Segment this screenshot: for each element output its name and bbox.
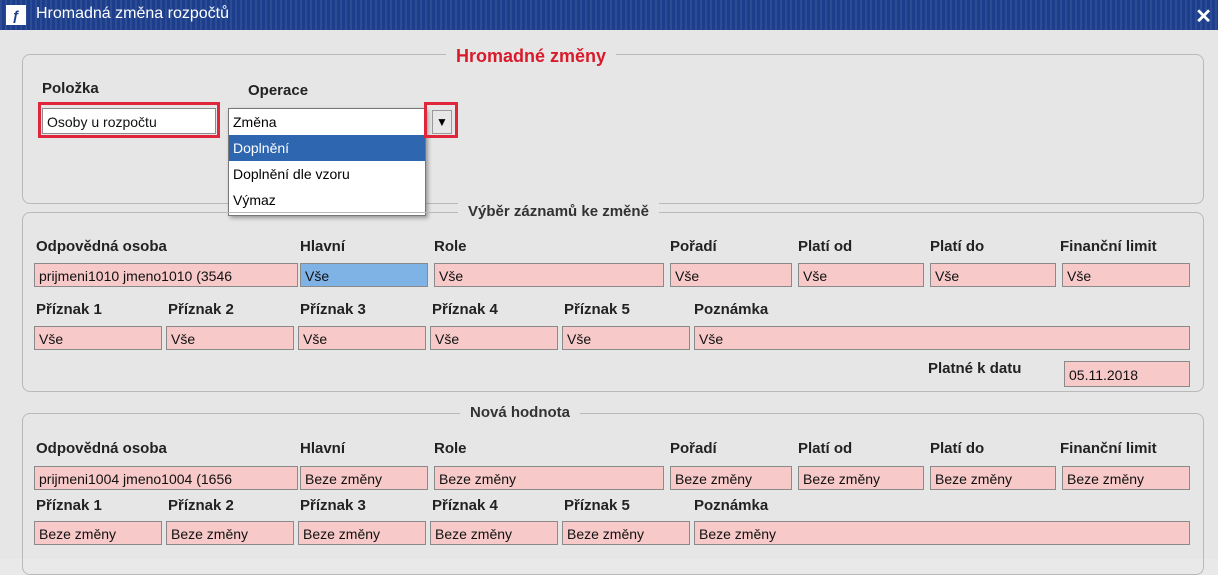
vyber-field-priznak-2[interactable]: Vše: [166, 326, 294, 350]
section-title-vyber: Výběr záznamů ke změně: [458, 203, 659, 220]
nova-field-plati-do[interactable]: Beze změny: [930, 466, 1056, 490]
vyber-field-odpovedna-osoba[interactable]: prijmeni1010 jmeno1010 (3546: [34, 263, 298, 287]
nova-header-odpovedna-osoba: Odpovědná osoba: [36, 440, 167, 457]
nova-header-plati-od: Platí od: [798, 440, 853, 457]
nova-field-financni-limit[interactable]: Beze změny: [1062, 466, 1190, 490]
nova-field-priznak-2[interactable]: Beze změny: [166, 521, 294, 545]
close-icon[interactable]: ✕: [1195, 4, 1212, 29]
vyber-header-priznak-5: Příznak 5: [564, 301, 630, 318]
nova-field-priznak-5[interactable]: Beze změny: [562, 521, 690, 545]
vyber-field-priznak-4[interactable]: Vše: [430, 326, 558, 350]
uf-logo-icon: ƒ: [6, 5, 26, 25]
vyber-header-poznamka: Poznámka: [694, 301, 769, 318]
nova-header-role: Role: [434, 440, 467, 457]
nova-header-priznak-3: Příznak 3: [300, 497, 366, 514]
nova-header-plati-do: Platí do: [930, 440, 985, 457]
vyber-header-role: Role: [434, 238, 467, 255]
vyber-field-hlavni[interactable]: Vše: [300, 263, 428, 287]
vyber-field-role[interactable]: Vše: [434, 263, 664, 287]
nova-field-priznak-1[interactable]: Beze změny: [34, 521, 162, 545]
nova-field-priznak-3[interactable]: Beze změny: [298, 521, 426, 545]
nova-field-plati-od[interactable]: Beze změny: [798, 466, 924, 490]
nova-header-priznak-1: Příznak 1: [36, 497, 102, 514]
operace-option-doplneni[interactable]: Doplnění: [229, 135, 425, 161]
vyber-field-poradi[interactable]: Vše: [670, 263, 792, 287]
polozka-label: Položka: [42, 80, 99, 97]
vyber-field-priznak-3[interactable]: Vše: [298, 326, 426, 350]
vyber-header-priznak-2: Příznak 2: [168, 301, 234, 318]
vyber-field-priznak-5[interactable]: Vše: [562, 326, 690, 350]
dialog-content: Hromadné změny Položka Osoby u rozpočtu …: [0, 30, 1218, 575]
nova-hodnota-panel: [22, 413, 1204, 575]
vyber-header-plati-od: Platí od: [798, 238, 853, 255]
vyber-header-priznak-3: Příznak 3: [300, 301, 366, 318]
vyber-header-priznak-1: Příznak 1: [36, 301, 102, 318]
vyber-header-odpovedna-osoba: Odpovědná osoba: [36, 238, 167, 255]
window-titlebar: ƒ Hromadná změna rozpočtů ✕: [0, 0, 1218, 30]
vyber-header-hlavni: Hlavní: [300, 238, 346, 255]
nova-header-poradi: Pořadí: [670, 440, 717, 457]
nova-header-hlavni: Hlavní: [300, 440, 346, 457]
vyber-header-priznak-4: Příznak 4: [432, 301, 498, 318]
operace-dropdown-list[interactable]: Změna Doplnění Doplnění dle vzoru Výmaz: [228, 108, 426, 216]
operace-option-doplneni-dle-vzoru[interactable]: Doplnění dle vzoru: [229, 161, 425, 187]
operace-label: Operace: [248, 82, 309, 99]
nova-field-role[interactable]: Beze změny: [434, 466, 664, 490]
nova-field-hlavni[interactable]: Beze změny: [300, 466, 428, 490]
polozka-highlight: [38, 102, 220, 138]
nova-header-financni-limit: Finanční limit: [1060, 440, 1157, 457]
window-title: Hromadná změna rozpočtů: [36, 5, 229, 22]
vyber-field-poznamka[interactable]: Vše: [694, 326, 1190, 350]
nova-field-odpovedna-osoba[interactable]: prijmeni1004 jmeno1004 (1656: [34, 466, 298, 490]
nova-header-priznak-5: Příznak 5: [564, 497, 630, 514]
platne-k-datu-label: Platné k datu: [928, 360, 1022, 377]
nova-header-priznak-4: Příznak 4: [432, 497, 498, 514]
section-title-nova-hodnota: Nová hodnota: [460, 404, 580, 421]
vyber-field-priznak-1[interactable]: Vše: [34, 326, 162, 350]
vyber-field-plati-do[interactable]: Vše: [930, 263, 1056, 287]
operace-option-vymaz[interactable]: Výmaz: [229, 187, 425, 213]
operace-option-zmena[interactable]: Změna: [229, 109, 425, 135]
dropdown-button-highlight: [424, 102, 458, 138]
vyber-header-plati-do: Platí do: [930, 238, 985, 255]
nova-field-priznak-4[interactable]: Beze změny: [430, 521, 558, 545]
nova-header-poznamka: Poznámka: [694, 497, 769, 514]
platne-k-datu-field[interactable]: 05.11.2018: [1064, 361, 1190, 387]
vyber-field-plati-od[interactable]: Vše: [798, 263, 924, 287]
section-title-hromadne-zmeny: Hromadné změny: [446, 46, 617, 67]
vyber-field-financni-limit[interactable]: Vše: [1062, 263, 1190, 287]
nova-field-poznamka[interactable]: Beze změny: [694, 521, 1190, 545]
vyber-header-poradi: Pořadí: [670, 238, 717, 255]
nova-field-poradi[interactable]: Beze změny: [670, 466, 792, 490]
vyber-header-financni-limit: Finanční limit: [1060, 238, 1157, 255]
nova-header-priznak-2: Příznak 2: [168, 497, 234, 514]
